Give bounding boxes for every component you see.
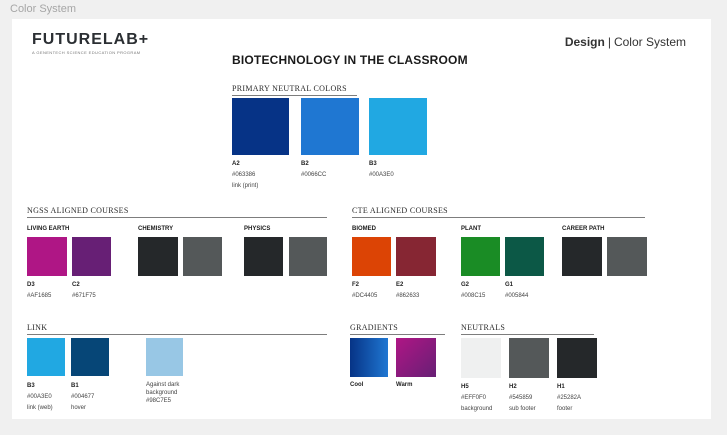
note-h2: sub footer — [509, 406, 536, 412]
section-ngss-heading: NGSS ALIGNED COURSES — [27, 206, 327, 218]
swatch-h1 — [557, 338, 597, 378]
swatch-c2 — [72, 237, 111, 276]
group-physics: PHYSICS — [244, 226, 271, 232]
hex-h1: #25282A — [557, 395, 582, 401]
note-h5: background — [461, 406, 493, 412]
header-color-system: Color System — [613, 35, 686, 49]
note-a2: link (print) — [232, 183, 259, 189]
header-separator: | — [607, 35, 611, 49]
code-f2: F2 — [352, 282, 360, 288]
code-e2: E2 — [396, 282, 404, 288]
group-career-path: CAREER PATH — [562, 226, 605, 232]
code-c2: C2 — [72, 282, 80, 288]
code-h5: H5 — [461, 384, 469, 390]
label-warm: Warm — [396, 382, 413, 388]
hex-e2: #862633 — [396, 293, 420, 299]
hex-b2: #0066CC — [301, 172, 327, 178]
document-title: BIOTECHNOLOGY IN THE CLASSROOM — [232, 53, 468, 67]
note-light-blue-line2: background — [146, 390, 178, 396]
code-b2: B2 — [301, 161, 309, 167]
code-b3-primary: B3 — [369, 161, 377, 167]
code-b1: B1 — [71, 383, 79, 389]
hex-b3-primary: #00A3E0 — [369, 172, 394, 178]
note-b3-link: link (web) — [27, 405, 53, 411]
code-h2: H2 — [509, 384, 517, 390]
group-plant: PLANT — [461, 226, 481, 232]
code-b3-link: B3 — [27, 383, 35, 389]
note-light-blue-line1: Against dark — [146, 382, 180, 388]
swatch-chemistry-dark — [138, 237, 178, 276]
code-g2: G2 — [461, 282, 470, 288]
header-breadcrumb: Design | Color System — [565, 35, 686, 49]
swatch-g2 — [461, 237, 500, 276]
code-g1: G1 — [505, 282, 514, 288]
note-b1: hover — [71, 405, 87, 411]
hex-d3: #AF1685 — [27, 293, 52, 299]
hex-f2: #DC4405 — [352, 293, 378, 299]
swatch-h5 — [461, 338, 501, 378]
group-living-earth: LIVING EARTH — [27, 226, 70, 232]
swatch-h2 — [509, 338, 549, 378]
section-link-heading: LINK — [27, 323, 327, 335]
swatch-a2 — [232, 98, 289, 155]
hex-h2: #545859 — [509, 395, 533, 401]
hex-c2: #671F75 — [72, 293, 96, 299]
section-neutrals-heading: NEUTRALS — [461, 323, 594, 335]
logo-tagline: A GENENTECH SCIENCE EDUCATION PROGRAM — [32, 50, 141, 55]
hex-a2: #063386 — [232, 172, 256, 178]
hex-b1: #004677 — [71, 394, 95, 400]
code-h1: H1 — [557, 384, 565, 390]
frame-label: Color System — [10, 3, 77, 15]
swatch-e2 — [396, 237, 436, 276]
hex-h5: #EFF0F0 — [461, 395, 487, 401]
code-d3: D3 — [27, 282, 35, 288]
gradient-cool — [350, 338, 388, 377]
swatch-b2 — [301, 98, 359, 155]
label-cool: Cool — [350, 382, 364, 388]
swatch-light-blue — [146, 338, 183, 376]
note-h1: footer — [557, 406, 573, 412]
note-light-blue: Against dark background #98C7E5 — [146, 381, 179, 405]
section-cte-heading: CTE ALIGNED COURSES — [352, 206, 645, 218]
hex-g1: #005844 — [505, 293, 529, 299]
section-primary-heading: PRIMARY NEUTRAL COLORS — [232, 84, 357, 96]
group-chemistry: CHEMISTRY — [138, 226, 174, 232]
swatch-b1 — [71, 338, 109, 376]
logo-wordmark: FUTURELAB+ — [32, 31, 150, 48]
hex-b3-link: #00A3E0 — [27, 394, 52, 400]
swatch-physics-dark — [244, 237, 283, 276]
swatch-f2 — [352, 237, 391, 276]
futurelab-logo: FUTURELAB+ A GENENTECH SCIENCE EDUCATION… — [32, 31, 149, 55]
swatch-d3 — [27, 237, 67, 276]
swatch-physics-gray — [289, 237, 327, 276]
gradient-warm — [396, 338, 436, 377]
swatch-career-gray — [607, 237, 647, 276]
group-biomed: BIOMED — [352, 226, 376, 232]
swatch-career-dark — [562, 237, 602, 276]
section-gradients-heading: GRADIENTS — [350, 323, 445, 335]
swatch-g1 — [505, 237, 544, 276]
swatch-b3-link — [27, 338, 65, 376]
hex-light-blue: #98C7E5 — [146, 398, 172, 404]
color-system-board: FUTURELAB+ A GENENTECH SCIENCE EDUCATION… — [12, 19, 711, 419]
header-design: Design — [564, 35, 605, 49]
hex-g2: #008C15 — [461, 293, 486, 299]
swatch-chemistry-gray — [183, 237, 222, 276]
code-a2: A2 — [232, 161, 240, 167]
swatch-b3 — [369, 98, 427, 155]
